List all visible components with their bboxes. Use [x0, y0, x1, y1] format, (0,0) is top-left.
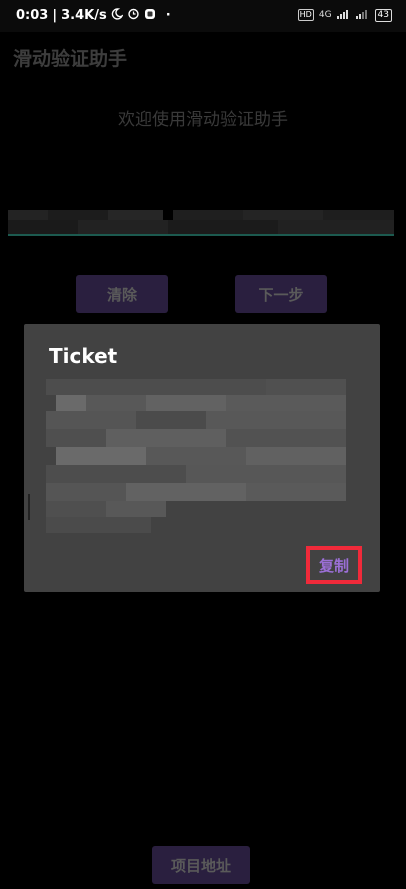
welcome-text: 欢迎使用滑动验证助手: [118, 110, 288, 130]
project-address-button[interactable]: 项目地址: [152, 846, 250, 884]
network-label: 4G: [318, 10, 332, 20]
copy-button[interactable]: 复制: [306, 546, 362, 584]
app-title: 滑动验证助手: [13, 48, 128, 70]
status-time: 0:03: [16, 8, 49, 23]
status-speed: 3.4K/s: [61, 8, 107, 23]
status-right: HD 4G 43: [297, 8, 392, 22]
status-bar: 0:03 | 3.4K/s · HD 4G 43: [0, 0, 406, 32]
signal-2-icon: [355, 8, 370, 22]
signal-icon: [336, 8, 351, 22]
dialog-title: Ticket: [49, 344, 118, 368]
battery-icon: 43: [374, 8, 392, 22]
alarm-icon: [127, 7, 140, 24]
hd-badge: HD: [297, 9, 314, 21]
status-dot: ·: [165, 8, 171, 23]
ticket-text-area[interactable]: [46, 379, 346, 534]
clear-button[interactable]: 清除: [76, 275, 168, 313]
url-input[interactable]: [8, 206, 394, 236]
next-step-button[interactable]: 下一步: [235, 275, 327, 313]
status-left: 0:03 | 3.4K/s ·: [16, 7, 171, 24]
moon-icon: [111, 7, 124, 24]
ticket-dialog: Ticket 复制: [24, 324, 380, 592]
status-separator: |: [52, 8, 58, 23]
app-notification-icon: [144, 8, 156, 24]
text-cursor: [28, 494, 30, 520]
